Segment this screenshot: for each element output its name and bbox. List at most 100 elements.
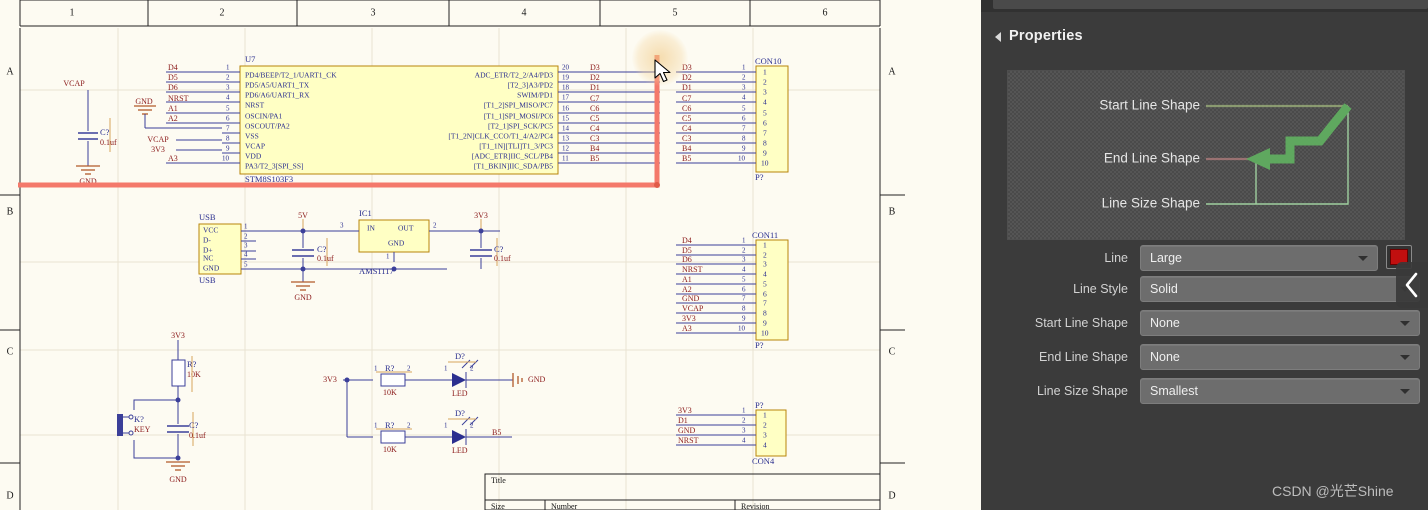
u7-right-pinname-14: [T1_2N]CLK_CCO/T1_4/A2/PC4 — [448, 132, 553, 141]
con10-net-2: D2 — [682, 73, 692, 82]
property-label-line-style: Line Style — [1073, 282, 1128, 296]
net-label-3v3-led: 3V3 — [323, 375, 337, 384]
con10-pin-9: 9 — [763, 149, 767, 158]
con10-pin-6: 6 — [763, 119, 767, 128]
chevron-down-icon[interactable] — [1400, 321, 1410, 326]
ic1-ref: IC1 — [359, 208, 372, 218]
usb-ref: USB — [199, 212, 216, 222]
r-led1-pin1: 1 — [374, 365, 378, 373]
cap-c7-ref: C? — [317, 244, 327, 254]
net-label-vcap: VCAP — [63, 79, 85, 88]
led-circuit-1[interactable]: 3V3 R? 10K 1 2 1 2 D? LED GND — [323, 351, 545, 398]
u7-right-pinname-18: SWIM/PD1 — [517, 91, 553, 100]
u7-left-pinnum-2: 2 — [226, 74, 230, 82]
usb-connector[interactable]: USB USB VCC D- D+ NC GND 1 2 3 4 5 — [198, 212, 256, 285]
u7-right-pinnum-15: 15 — [562, 115, 570, 123]
con11-pinnum-10: 10 — [738, 325, 746, 333]
con10-pin-8: 8 — [763, 139, 767, 148]
u7-right-pinnum-12: 12 — [562, 145, 570, 153]
u7-left-pinname-9: VDD — [245, 152, 262, 161]
u7-right-pinname-12: [ADC_ETR]IIC_SCL/PB4 — [472, 152, 554, 161]
cap-c7b-val: 0.1uf — [494, 254, 511, 263]
con10-pinnum-5: 5 — [742, 105, 746, 113]
con4-net-1: 3V3 — [678, 406, 692, 415]
con10-net-4: C7 — [682, 94, 691, 103]
row-label-a-left: A — [6, 66, 14, 77]
led2-pin1: 1 — [444, 422, 448, 430]
u7-net-a1: A1 — [168, 104, 178, 113]
net-label-3v3: 3V3 — [151, 145, 165, 154]
cap-c1-group[interactable]: VCAP C? 0.1uf GND — [63, 79, 117, 186]
con11-pin-7: 7 — [763, 299, 767, 308]
u7-net-c6: C6 — [590, 104, 599, 113]
component-con4[interactable]: P? CON4 3V3 D1 GND NRST 1 2 3 4 1 2 3 4 — [676, 400, 787, 466]
con4-pin-2: 2 — [763, 421, 767, 430]
key-circuit[interactable]: 3V3 R? 10K C? 0.1uf GND — [117, 331, 206, 484]
u7-right-pinname-16: [T1_1]SPI_MOSI/PC6 — [484, 112, 553, 121]
ruler-tick-6: 6 — [823, 7, 828, 18]
collapse-triangle-icon[interactable] — [995, 32, 1001, 42]
net-label-gnd-3: GND — [294, 293, 312, 302]
key-ref: K? — [134, 414, 144, 424]
net-label-5v: 5V — [298, 211, 308, 220]
u7-left-pinnum-3: 3 — [226, 84, 230, 92]
con10-pinnum-10: 10 — [738, 155, 746, 163]
ruler-tick-4: 4 — [522, 7, 527, 18]
line-size-shape-select-value: Smallest — [1150, 384, 1198, 398]
r-led1-pin2: 2 — [407, 365, 411, 373]
gnd-symbol — [76, 165, 100, 175]
property-row-end-line-shape: End Line Shape None — [1007, 344, 1427, 370]
ic1-pin-gnd: GND — [388, 239, 405, 248]
app-window: 1 2 3 4 5 6 A B C D A B C D VCAP C? 0.1u… — [0, 0, 1428, 510]
line-select[interactable]: Large — [1140, 245, 1378, 271]
con4-pinnum-1: 1 — [742, 407, 746, 415]
led2-ref: D? — [455, 408, 465, 418]
schematic-canvas[interactable]: 1 2 3 4 5 6 A B C D A B C D VCAP C? 0.1u… — [0, 0, 981, 510]
line-style-select-value: Solid — [1150, 282, 1178, 296]
con10-net-1: D3 — [682, 63, 692, 72]
con4-pin-4: 4 — [763, 441, 767, 450]
chevron-left-icon — [1405, 272, 1418, 298]
con11-pinnum-5: 5 — [742, 276, 746, 284]
title-block-size-label: Size — [491, 502, 505, 510]
r-led2-pin1: 1 — [374, 422, 378, 430]
u7-right-pinname-11: [T1_BKIN]IIC_SDA/PB5 — [474, 162, 553, 171]
chevron-down-icon[interactable] — [1400, 355, 1410, 360]
component-u7[interactable]: U7 STM8S103F3 1 2 3 4 5 6 7 8 9 10 PD4/B… — [166, 54, 660, 184]
usb-pin-nc: NC — [203, 254, 213, 263]
con4-net-2: D1 — [678, 416, 688, 425]
component-con11[interactable]: CON11 P? D4 D5 D6 NRST A1 A2 GND VCAP 3V… — [676, 230, 789, 350]
row-label-b-right: B — [889, 206, 896, 217]
panel-collapse-button[interactable] — [1396, 262, 1428, 308]
title-block-title-label: Title — [491, 476, 506, 485]
chevron-down-icon[interactable] — [1400, 389, 1410, 394]
component-con10[interactable]: CON10 P? D3 D2 D1 C7 C6 C5 C4 C3 B4 B5 1… — [676, 56, 789, 182]
ic1-pin-in: IN — [367, 224, 375, 233]
net-label-3v3-3: 3V3 — [171, 331, 185, 340]
schematic-drawing: 1 2 3 4 5 6 A B C D A B C D VCAP C? 0.1u… — [0, 0, 905, 510]
con11-net-2: D5 — [682, 246, 692, 255]
u7-net-b5: B5 — [590, 154, 599, 163]
u7-net-d6: D6 — [168, 83, 178, 92]
con11-net-9: 3V3 — [682, 314, 696, 323]
preview-label-end-line-shape: End Line Shape — [1104, 151, 1200, 166]
chevron-down-icon[interactable] — [1358, 256, 1368, 261]
properties-section-header[interactable]: Properties — [995, 28, 1083, 44]
power-rail-3v3: 3V3 C? 0.1uf — [437, 211, 511, 269]
panel-top-bar — [981, 0, 1428, 12]
component-ic1-regulator[interactable]: IC1 AMS1117 IN OUT GND 3 2 1 — [340, 208, 437, 276]
u7-left-pinnum-4: 4 — [226, 94, 230, 102]
start-line-shape-select[interactable]: None — [1140, 310, 1420, 336]
property-row-line-size-shape: Line Size Shape Smallest — [1007, 378, 1427, 404]
con10-net-7: C4 — [682, 124, 691, 133]
end-line-shape-select[interactable]: None — [1140, 344, 1420, 370]
u7-net-d3: D3 — [590, 63, 600, 72]
title-block[interactable]: Title Size Number Revision — [484, 473, 881, 510]
line-style-select[interactable]: Solid — [1140, 276, 1420, 302]
u7-left-pinname-3: PD6/A6/UART1_RX — [245, 91, 310, 100]
u7-net-d4: D4 — [168, 63, 178, 72]
line-size-shape-select[interactable]: Smallest — [1140, 378, 1420, 404]
row-label-a-right: A — [888, 66, 896, 77]
property-row-line-style: Line Style Solid — [1007, 276, 1427, 302]
con10-pinnum-4: 4 — [742, 94, 746, 102]
